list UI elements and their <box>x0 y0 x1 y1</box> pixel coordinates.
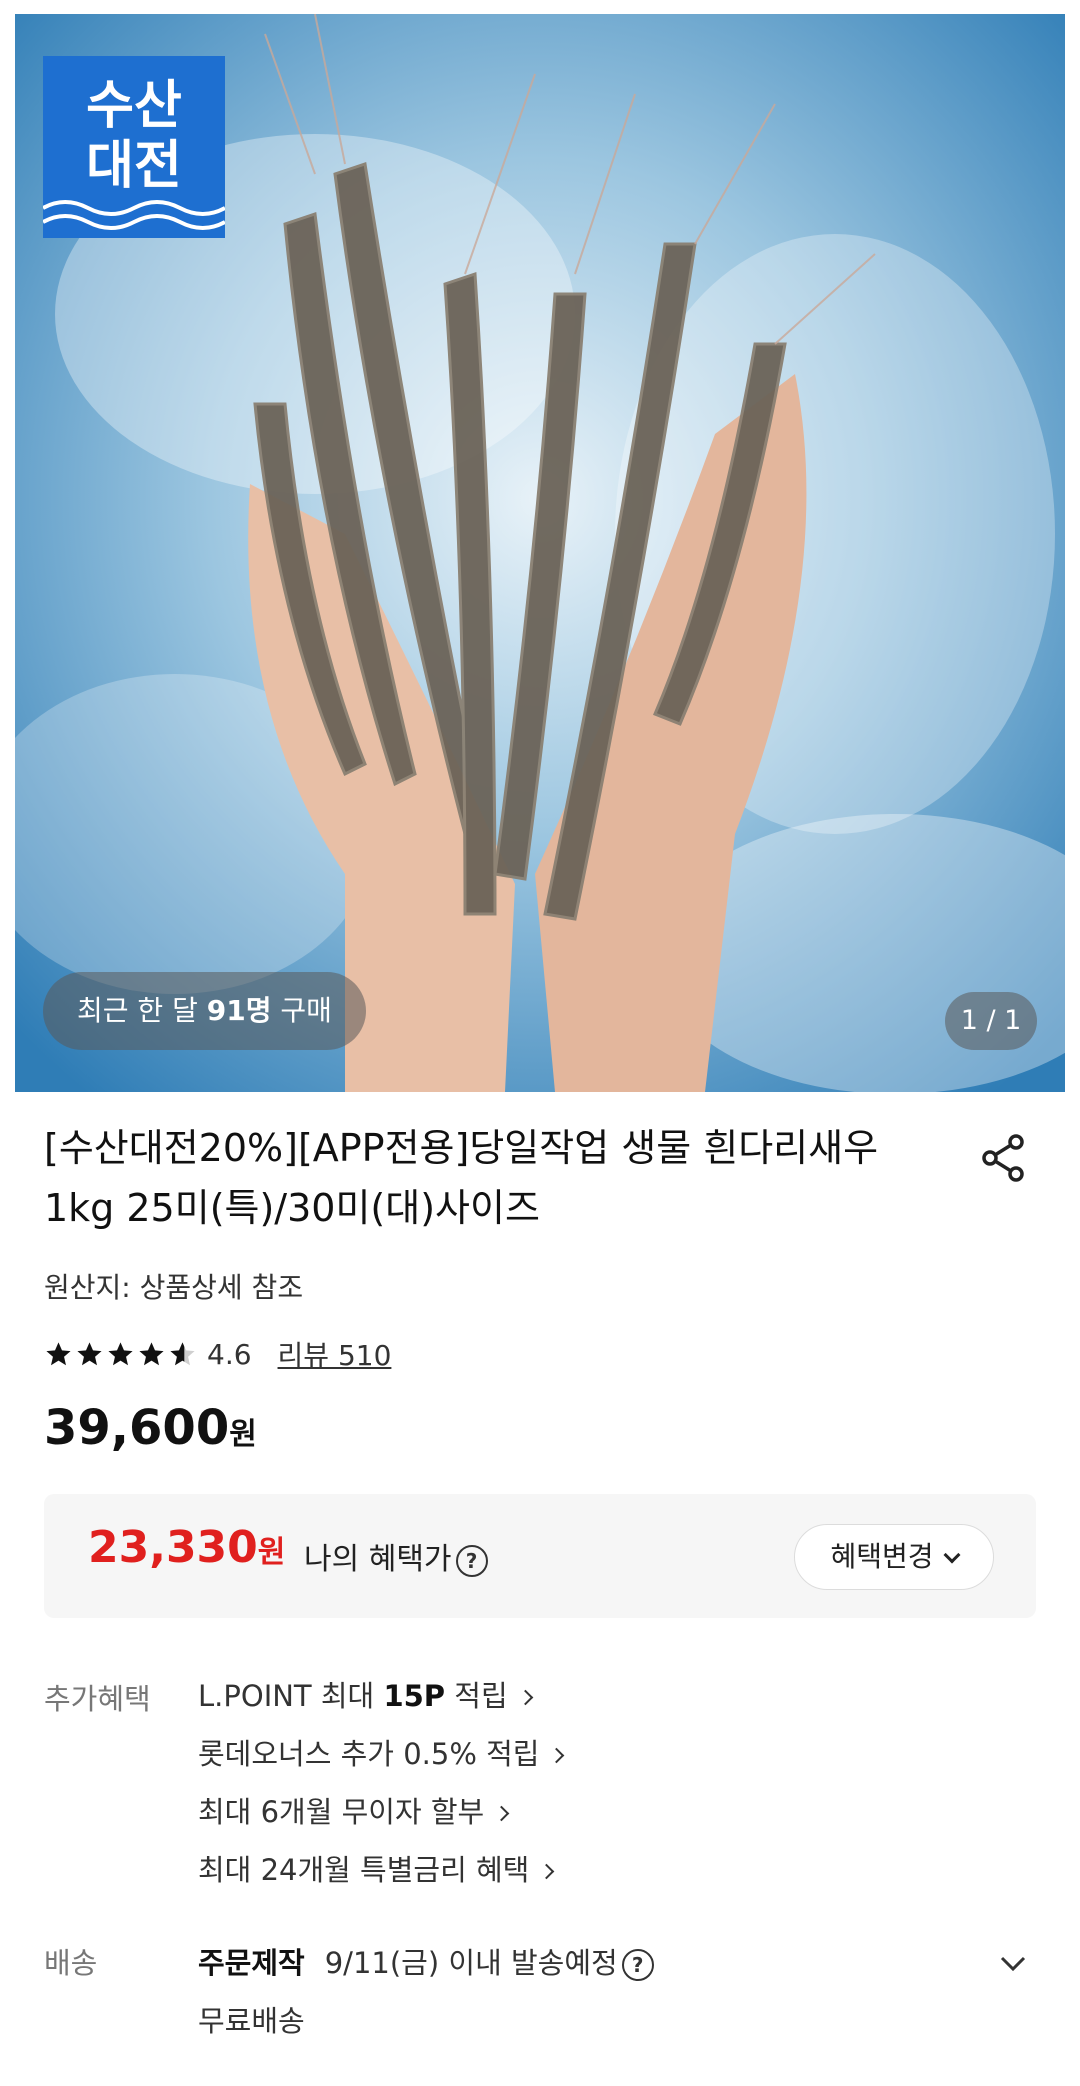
shipping-type: 주문제작 <box>198 1946 305 1980</box>
owners-text: 롯데오너스 추가 0.5% 적립 <box>198 1737 540 1771</box>
product-image-carousel[interactable]: 수산 대전 최근 한 달 91명 구매 1 / 1 <box>15 14 1065 1092</box>
recent-buyers-badge: 최근 한 달 91명 구매 <box>43 972 366 1050</box>
help-circle-icon[interactable]: ? <box>621 1949 654 1981</box>
origin-info: 원산지: 상품상세 참조 <box>44 1271 304 1304</box>
lpoint-suffix: 적립 <box>445 1679 508 1713</box>
benefit-price-amount: 23,330 <box>88 1522 258 1573</box>
chevron-right-icon <box>549 1747 565 1764</box>
buyers-prefix: 최근 한 달 <box>77 994 207 1027</box>
change-benefit-label: 혜택변경 <box>830 1540 934 1573</box>
benefit-label-text: 나의 혜택가 <box>304 1542 452 1577</box>
star-icon <box>77 1341 102 1365</box>
special-rate-text: 최대 24개월 특별금리 혜택 <box>198 1853 530 1887</box>
extra-benefits-label: 추가혜택 <box>44 1682 151 1716</box>
buyers-count: 91명 <box>206 994 272 1027</box>
star-half-icon <box>170 1341 195 1365</box>
review-count-link[interactable]: 리뷰 510 <box>278 1334 392 1374</box>
image-page-indicator: 1 / 1 <box>945 992 1037 1050</box>
logo-text-line1: 수산 <box>86 76 182 136</box>
rating-value: 4.6 <box>207 1337 252 1371</box>
fisheries-festival-logo: 수산 대전 <box>43 56 225 238</box>
benefit-price-box: 23,330원 나의 혜택가? 혜택변경 <box>44 1494 1036 1618</box>
wave-icon <box>43 200 225 230</box>
original-price: 39,600원 <box>44 1400 257 1456</box>
shipping-label: 배송 <box>44 1946 98 1980</box>
star-icon <box>46 1341 71 1365</box>
rating-row: 4.6 리뷰 510 <box>44 1334 391 1374</box>
chevron-down-icon[interactable] <box>998 1948 1028 1978</box>
lpoint-amount: 15P <box>383 1679 446 1713</box>
benefit-price: 23,330원 <box>88 1522 285 1573</box>
star-icon <box>108 1341 133 1365</box>
installment-text: 최대 6개월 무이자 할부 <box>198 1795 485 1829</box>
share-icon[interactable] <box>978 1132 1030 1184</box>
chevron-down-icon <box>943 1546 961 1564</box>
buyers-suffix: 구매 <box>271 994 332 1027</box>
rating-stars <box>44 1340 197 1369</box>
extra-benefits-list: L.POINT 최대 15P 적립 롯데오너스 추가 0.5% 적립 최대 6개… <box>198 1676 565 1908</box>
extra-benefit-special-rate[interactable]: 최대 24개월 특별금리 혜택 <box>198 1850 562 1908</box>
chevron-right-icon <box>517 1689 533 1706</box>
extra-benefit-lpoint[interactable]: L.POINT 최대 15P 적립 <box>198 1676 562 1734</box>
shipping-fee: 무료배송 <box>198 2004 305 2038</box>
chevron-right-icon <box>493 1805 510 1822</box>
shipping-info: 주문제작 9/11(금) 이내 발송예정? <box>198 1940 654 1982</box>
extra-benefit-owners[interactable]: 롯데오너스 추가 0.5% 적립 <box>198 1734 565 1792</box>
extra-benefit-installment[interactable]: 최대 6개월 무이자 할부 <box>198 1792 562 1850</box>
benefit-price-label: 나의 혜택가? <box>304 1534 488 1578</box>
change-benefit-button[interactable]: 혜택변경 <box>794 1524 994 1590</box>
logo-text-line2: 대전 <box>86 136 182 196</box>
help-circle-icon[interactable]: ? <box>455 1544 488 1577</box>
benefit-price-unit: 원 <box>257 1535 286 1570</box>
price-unit: 원 <box>229 1417 257 1452</box>
product-title: [수산대전20%][APP전용]당일작업 생물 흰다리새우 1kg 25미(특)… <box>44 1126 879 1230</box>
lpoint-prefix: L.POINT 최대 <box>198 1679 384 1713</box>
star-icon <box>139 1341 164 1365</box>
shipping-schedule: 9/11(금) 이내 발송예정 <box>324 1946 618 1980</box>
price-amount: 39,600 <box>44 1400 230 1456</box>
chevron-right-icon <box>539 1863 555 1880</box>
